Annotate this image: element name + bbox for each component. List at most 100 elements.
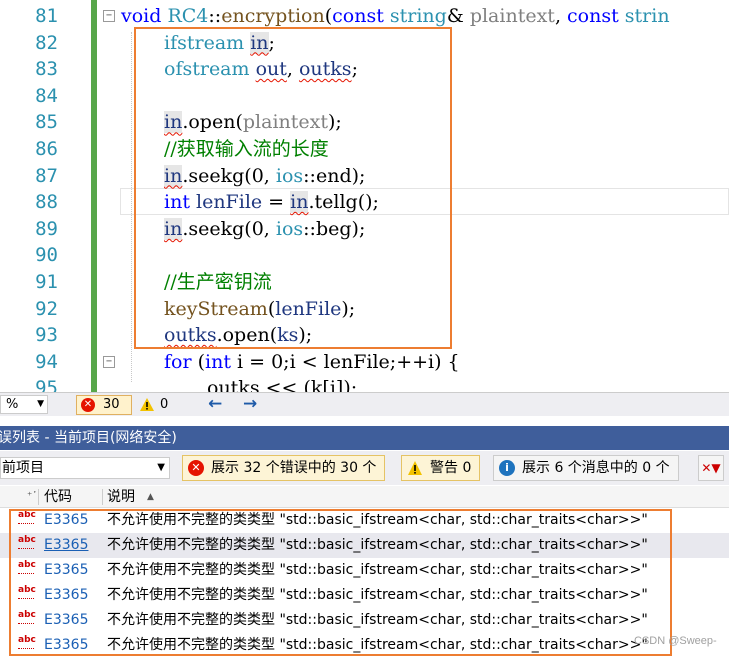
column-separator[interactable] — [102, 489, 103, 505]
code-line[interactable]: 90 — [0, 242, 729, 269]
chevron-down-icon: ▼ — [37, 399, 44, 409]
error-list-toolbar: 前项目 ▼ ✕ 展示 32 个错误中的 30 个 警告 0 i 展示 6 个消息… — [0, 451, 729, 485]
warning-icon — [408, 461, 422, 475]
error-row[interactable]: abc E3365 不允许使用不完整的类类型 "std::basic_ifstr… — [0, 508, 729, 533]
code-comment[interactable]: //获取输入流的长度 — [164, 136, 329, 162]
column-options-icon[interactable]: ⁺᾿ — [27, 486, 37, 508]
code-text[interactable]: in.seekg(0, ios::end); — [164, 163, 365, 189]
code-text[interactable]: in.seekg(0, ios::beg); — [164, 216, 365, 242]
zoom-select[interactable]: % ▼ — [0, 395, 48, 414]
error-description: 不允许使用不完整的类类型 "std::basic_ifstream<char, … — [107, 612, 648, 628]
error-code[interactable]: E3365 — [44, 583, 88, 608]
code-line[interactable]: 88 int lenFile = in.tellg(); — [0, 189, 729, 216]
error-description: 不允许使用不完整的类类型 "std::basic_ifstream<char, … — [107, 537, 648, 553]
error-icon: ✕ — [81, 398, 95, 412]
warning-icon — [140, 398, 154, 411]
line-number: 93 — [35, 324, 58, 347]
line-number: 88 — [35, 191, 58, 214]
spelling-error-icon: abc — [18, 535, 36, 545]
code-text[interactable]: in.open(plaintext); — [164, 109, 342, 135]
spelling-error-icon: abc — [18, 510, 36, 520]
error-description: 不允许使用不完整的类类型 "std::basic_ifstream<char, … — [107, 512, 648, 528]
code-line[interactable]: 94 − for (int i = 0;i < lenFile;++i) { — [0, 349, 729, 376]
code-text[interactable]: int lenFile = in.tellg(); — [164, 189, 379, 215]
error-code[interactable]: E3365 — [44, 533, 88, 558]
error-row[interactable]: abc E3365 不允许使用不完整的类类型 "std::basic_ifstr… — [0, 633, 729, 658]
line-number: 82 — [35, 31, 58, 54]
line-number: 95 — [35, 377, 58, 392]
code-comment[interactable]: //生产密钥流 — [164, 269, 272, 295]
info-icon: i — [499, 460, 515, 476]
error-row[interactable]: abc E3365 不允许使用不完整的类类型 "std::basic_ifstr… — [0, 608, 729, 633]
code-text[interactable]: outks << (k[i]); — [207, 375, 357, 392]
error-row-selected[interactable]: abc E3365 不允许使用不完整的类类型 "std::basic_ifstr… — [0, 533, 729, 558]
code-line[interactable]: 91 //生产密钥流 — [0, 269, 729, 296]
collapse-toggle[interactable]: − — [103, 355, 115, 368]
error-row[interactable]: abc E3365 不允许使用不完整的类类型 "std::basic_ifstr… — [0, 558, 729, 583]
collapse-toggle[interactable]: − — [103, 10, 115, 22]
warnings-filter-button[interactable]: 警告 0 — [401, 455, 481, 481]
back-arrow-icon[interactable]: ← — [208, 394, 222, 414]
code-line[interactable]: 95 outks << (k[i]); — [0, 375, 729, 392]
column-header-code[interactable]: 代码 — [44, 486, 72, 508]
code-line[interactable]: 87 in.seekg(0, ios::end); — [0, 163, 729, 190]
code-text[interactable]: void RC4::encryption(const string& plain… — [121, 3, 670, 29]
line-number: 89 — [35, 217, 58, 240]
line-number: 94 — [35, 350, 58, 373]
spelling-error-icon: abc — [18, 610, 36, 620]
code-line[interactable]: 93 outks.open(ks); — [0, 322, 729, 349]
error-code[interactable]: E3365 — [44, 608, 88, 633]
code-text[interactable]: outks.open(ks); — [164, 322, 312, 348]
code-line[interactable]: 85 in.open(plaintext); — [0, 109, 729, 136]
code-editor[interactable]: 81 − void RC4::encryption(const string& … — [0, 0, 729, 392]
error-list-title-bar: 误列表 - 当前项目(网络安全) — [0, 426, 729, 450]
warning-count-button[interactable]: 0 — [140, 397, 168, 415]
code-text[interactable]: ifstream in; — [164, 30, 275, 56]
line-number: 83 — [35, 58, 58, 81]
line-number: 91 — [35, 271, 58, 293]
error-list-rows: abc E3365 不允许使用不完整的类类型 "std::basic_ifstr… — [0, 508, 729, 658]
line-number: 85 — [35, 111, 58, 134]
error-description: 不允许使用不完整的类类型 "std::basic_ifstream<char, … — [107, 562, 648, 578]
error-icon: ✕ — [188, 460, 204, 476]
forward-arrow-icon[interactable]: → — [243, 394, 257, 414]
code-line[interactable]: 92 keyStream(lenFile); — [0, 296, 729, 323]
error-count: 30 — [103, 397, 120, 412]
code-line[interactable]: 86 //获取输入流的长度 — [0, 136, 729, 163]
code-line[interactable]: 82 ifstream in; — [0, 30, 729, 57]
code-line[interactable]: 81 − void RC4::encryption(const string& … — [0, 3, 729, 30]
scope-select[interactable]: 前项目 ▼ — [0, 457, 170, 479]
error-code[interactable]: E3365 — [44, 558, 88, 583]
clear-filter-icon[interactable]: ✕▼ — [698, 455, 724, 481]
column-header-description[interactable]: 说明 — [107, 486, 135, 508]
code-line[interactable]: 83 ofstream out, outks; — [0, 56, 729, 83]
error-row[interactable]: abc E3365 不允许使用不完整的类类型 "std::basic_ifstr… — [0, 583, 729, 608]
errors-filter-button[interactable]: ✕ 展示 32 个错误中的 30 个 — [182, 455, 386, 481]
line-number: 81 — [35, 5, 58, 27]
error-code[interactable]: E3365 — [44, 633, 88, 658]
sort-ascending-icon: ▲ — [147, 492, 154, 502]
code-text[interactable]: keyStream(lenFile); — [164, 296, 355, 322]
spelling-error-icon: abc — [18, 585, 36, 595]
line-number: 90 — [35, 244, 58, 267]
error-count-button[interactable]: ✕ 30 — [76, 395, 132, 415]
error-code[interactable]: E3365 — [44, 508, 88, 533]
code-line[interactable]: 89 in.seekg(0, ios::beg); — [0, 216, 729, 243]
line-number: 86 — [35, 138, 58, 160]
spelling-error-icon: abc — [18, 635, 36, 645]
line-number: 84 — [35, 84, 58, 107]
messages-filter-button[interactable]: i 展示 6 个消息中的 0 个 — [493, 455, 679, 481]
code-text[interactable]: ofstream out, outks; — [164, 56, 358, 82]
error-list-title: 误列表 - 当前项目(网络安全) — [0, 430, 177, 446]
code-line[interactable]: 84 — [0, 83, 729, 110]
code-text[interactable]: for (int i = 0;i < lenFile;++i) { — [164, 349, 460, 375]
error-description: 不允许使用不完整的类类型 "std::basic_ifstream<char, … — [107, 587, 648, 603]
line-number: 92 — [35, 297, 58, 320]
chevron-down-icon: ▼ — [157, 462, 165, 473]
line-number: 87 — [35, 164, 58, 187]
column-separator[interactable] — [38, 489, 39, 505]
editor-status-bar: % ▼ ✕ 30 0 ← → — [0, 392, 729, 416]
spelling-error-icon: abc — [18, 560, 36, 570]
error-list-header: ⁺᾿ 代码 说明 ▲ — [0, 486, 729, 508]
watermark: CSDN @Sweep- — [634, 635, 717, 647]
